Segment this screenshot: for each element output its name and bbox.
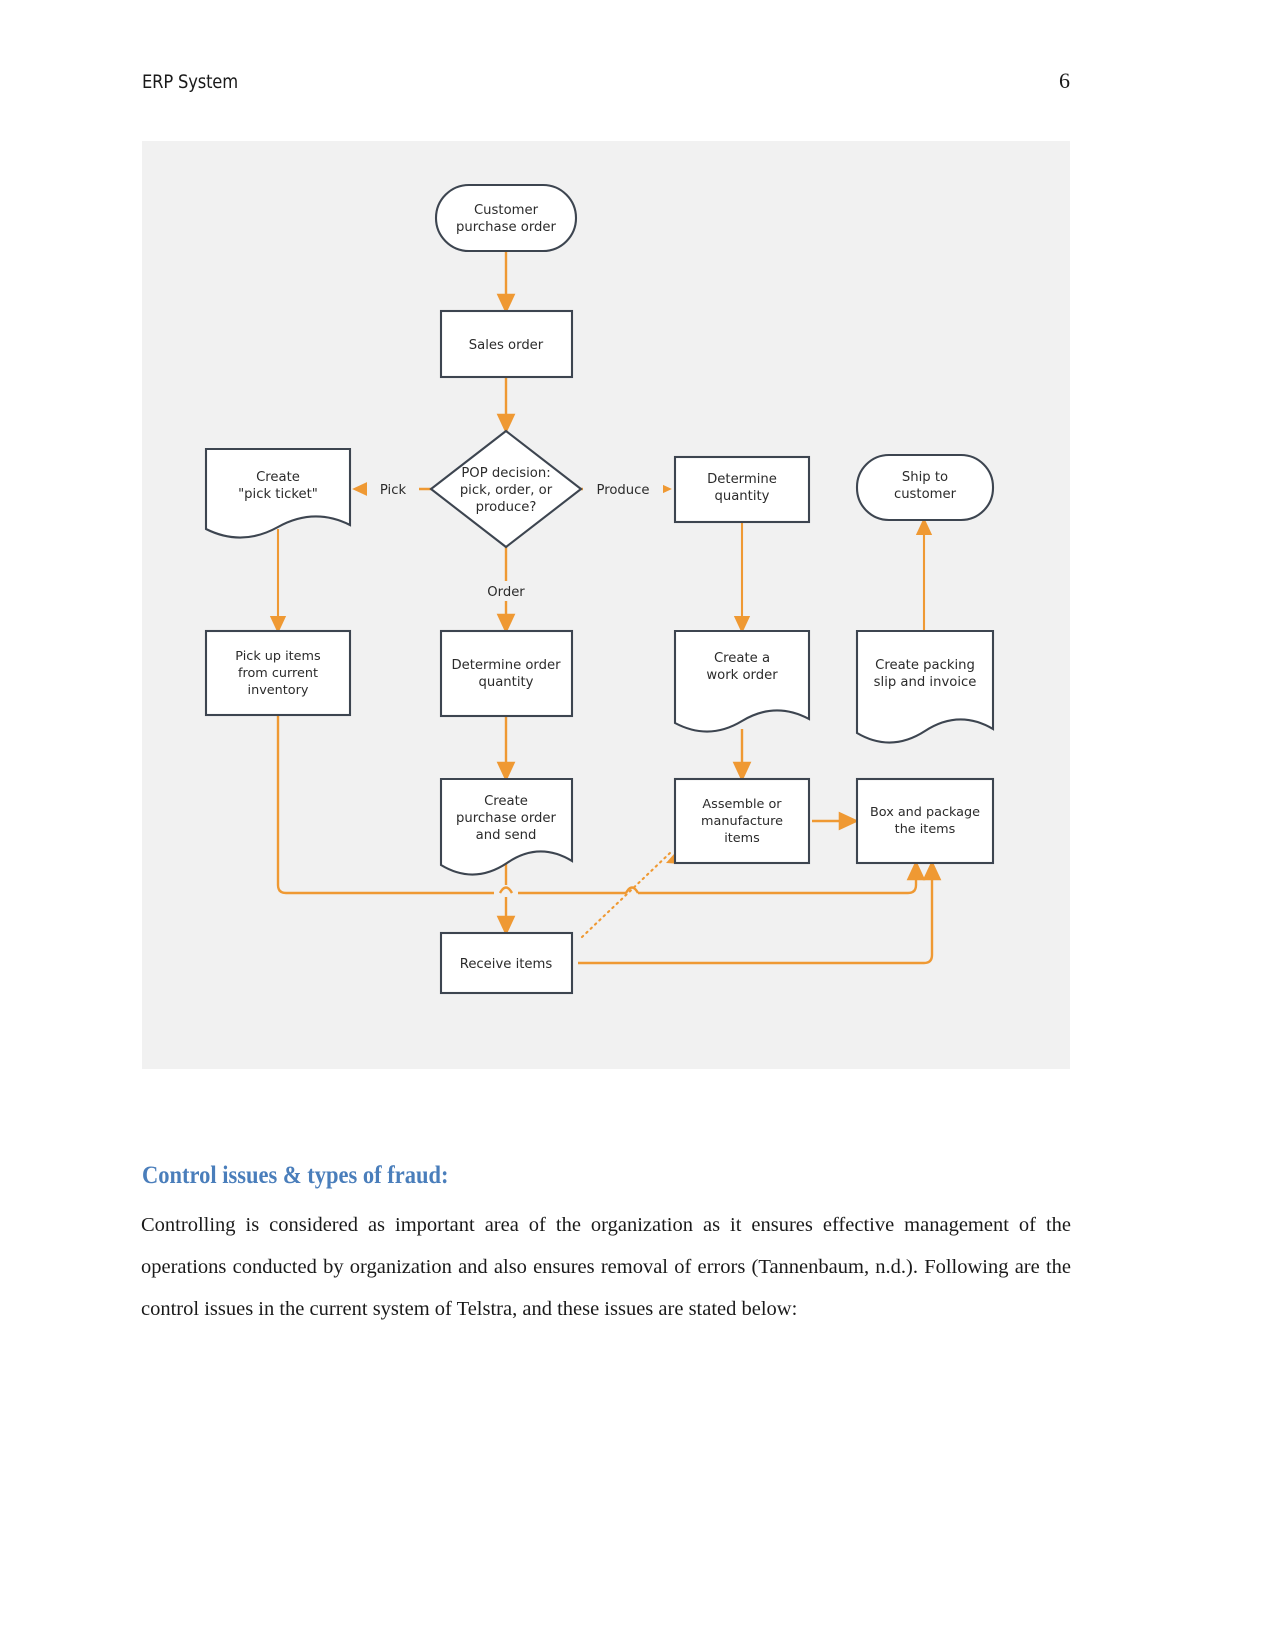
- node-label: purchase order: [456, 220, 556, 235]
- node-label: work order: [706, 668, 778, 683]
- node-label: quantity: [479, 675, 534, 690]
- section-heading: Control issues & types of fraud:: [142, 1162, 449, 1189]
- node-label: items: [724, 831, 760, 846]
- node-label: Sales order: [469, 338, 544, 353]
- node-create-purchase-order: Create purchase order and send: [439, 777, 574, 876]
- edge-bus-into-box: [638, 860, 926, 895]
- node-label: the items: [895, 822, 956, 837]
- node-label: quantity: [715, 489, 770, 504]
- svg-text:Pick: Pick: [380, 483, 407, 498]
- node-pick-up-items: Pick up items from current inventory: [204, 629, 352, 717]
- svg-text:Order: Order: [487, 585, 525, 600]
- node-pop-decision: POP decision: pick, order, or produce?: [429, 429, 583, 549]
- node-label: slip and invoice: [874, 675, 977, 690]
- svg-text:Produce: Produce: [596, 483, 649, 498]
- node-label: Receive items: [460, 957, 553, 972]
- node-label: Assemble or: [702, 797, 782, 812]
- node-label: Box and package: [870, 805, 980, 820]
- page-number: 6: [1059, 68, 1070, 93]
- node-label: manufacture: [701, 814, 783, 829]
- node-label: "pick ticket": [238, 487, 318, 502]
- node-label: purchase order: [456, 811, 556, 826]
- node-customer-purchase-order: Customer purchase order: [434, 183, 578, 253]
- line-hop-purchase-order: [498, 886, 514, 894]
- document-page: ERP System 6 Customer purchase order Sal…: [0, 0, 1275, 1650]
- edge-label-produce: Produce: [583, 479, 663, 499]
- edge-label-pick: Pick: [367, 479, 419, 499]
- body-paragraph: Controlling is considered as important a…: [141, 1214, 1071, 1320]
- node-assemble-items: Assemble or manufacture items: [673, 777, 811, 865]
- node-label: and send: [476, 828, 537, 843]
- line-hop-bus-mid: [624, 886, 640, 894]
- flowchart-figure: Customer purchase order Sales order POP …: [142, 141, 1070, 1069]
- node-create-pick-ticket: Create "pick ticket": [204, 447, 352, 539]
- header-title: ERP System: [142, 71, 238, 93]
- node-determine-order-quantity: Determine order quantity: [439, 629, 574, 718]
- node-sales-order: Sales order: [439, 309, 574, 379]
- node-label: inventory: [248, 683, 309, 698]
- node-label: Create: [256, 470, 300, 485]
- node-label: POP decision:: [461, 466, 550, 481]
- node-label: Determine: [707, 472, 777, 487]
- node-label: Pick up items: [235, 649, 321, 664]
- edge-label-order: Order: [476, 581, 536, 601]
- edge-receive-to-box: [578, 860, 942, 965]
- node-label: Ship to: [902, 470, 948, 485]
- node-label: produce?: [476, 500, 537, 515]
- node-create-work-order: Create a work order: [673, 629, 811, 733]
- node-label: from current: [238, 666, 318, 681]
- node-receive-items: Receive items: [439, 931, 574, 995]
- node-label: customer: [894, 487, 957, 502]
- node-box-and-package: Box and package the items: [855, 777, 995, 865]
- node-label: pick, order, or: [460, 483, 553, 498]
- page-header: ERP System 6: [142, 68, 1070, 94]
- node-label: Create: [484, 794, 528, 809]
- node-label: Determine order: [451, 658, 561, 673]
- node-label: Create a: [714, 651, 770, 666]
- node-ship-to-customer: Ship to customer: [855, 453, 995, 522]
- node-determine-quantity: Determine quantity: [673, 455, 811, 524]
- node-label: Create packing: [875, 658, 975, 673]
- edge-receive-to-assemble-dotted: [580, 851, 672, 939]
- node-label: Customer: [474, 203, 539, 218]
- node-create-packing-slip: Create packing slip and invoice: [855, 629, 995, 744]
